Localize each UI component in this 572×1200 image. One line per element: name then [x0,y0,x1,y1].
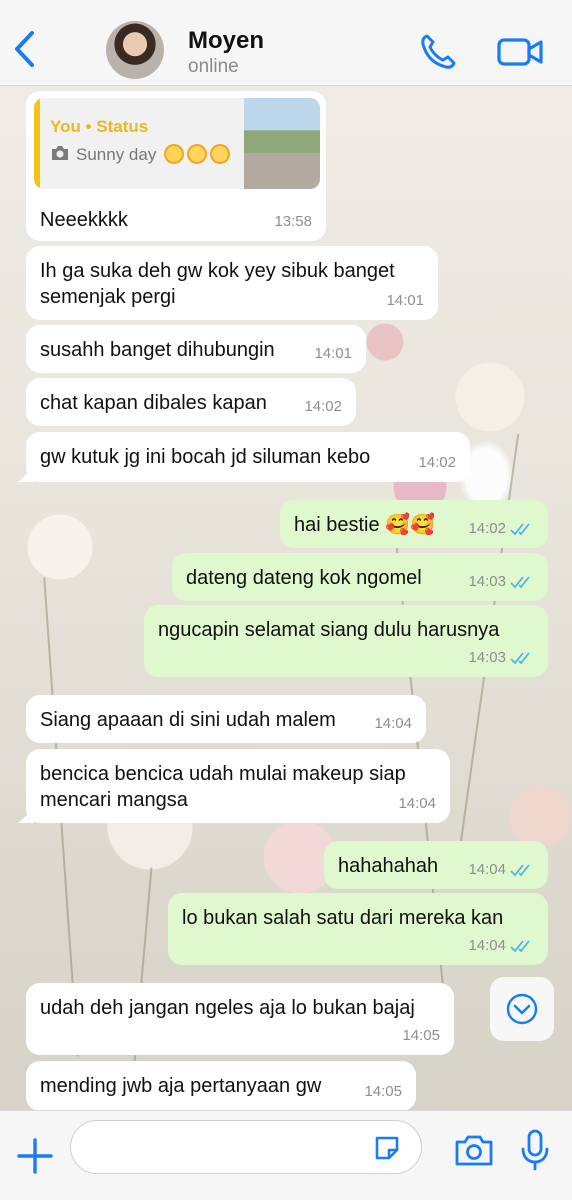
message-text: bencica bencica udah mulai makeup siap m… [40,763,406,811]
message-text: gw kutuk jg ini bocah jd siluman kebo [40,446,371,468]
message-time: 14:03 [468,645,534,671]
message-time: 14:04 [468,933,534,959]
message-time: 14:04 [398,795,436,812]
avatar[interactable] [106,21,164,79]
message-text: chat kapan dibales kapan [40,392,267,414]
contact-name[interactable]: Moyen [188,27,264,55]
double-check-icon [510,523,530,536]
message-text: Siang apaaan di sini udah malem [40,709,336,731]
message-text: hai bestie 🥰🥰 [294,514,435,536]
message-bubble-incoming[interactable]: gw kutuk jg ini bocah jd siluman kebo 14… [18,432,470,482]
message-time: 14:05 [402,1027,440,1044]
double-check-icon [510,864,530,877]
chevron-down-circle-icon [506,993,538,1025]
message-text: susahh banget dihubungin [40,339,275,361]
sun-emoji-icon [187,144,208,164]
double-check-icon [510,576,530,589]
chat-area[interactable]: You • Status Sunny day Neeekkkk 13:58 Ih… [0,87,572,1110]
sun-emoji-icon [210,144,231,164]
sticker-icon[interactable] [372,1133,402,1163]
sun-emoji-icon [164,144,185,164]
message-time: 14:02 [468,516,534,542]
message-time: 14:04 [374,715,412,732]
message-text: dateng dateng kok ngomel [186,567,422,589]
message-time: 14:04 [468,857,534,883]
message-bubble-outgoing[interactable]: ngucapin selamat siang dulu harusnya 14:… [144,605,548,677]
status-reply-quote[interactable]: You • Status Sunny day [34,98,320,189]
message-bubble-outgoing[interactable]: dateng dateng kok ngomel 14:03 [172,553,548,601]
message-time: 14:02 [304,398,342,415]
message-bubble-incoming[interactable]: Siang apaaan di sini udah malem 14:04 [26,695,426,743]
message-time: 14:01 [386,292,424,309]
message-bubble-outgoing[interactable]: lo bukan salah satu dari mereka kan 14:0… [168,893,548,965]
message-time: 13:58 [274,213,312,230]
message-bubble-incoming[interactable]: susahh banget dihubungin 14:01 [26,325,366,373]
phone-icon[interactable] [418,32,458,72]
message-time: 14:01 [314,345,352,362]
contact-status: online [188,56,239,77]
message-text: Ih ga suka deh gw kok yey sibuk banget s… [40,260,395,308]
message-text: Neeekkkk [40,209,128,231]
chat-header: Moyen online [0,0,572,86]
message-bubble-incoming[interactable]: You • Status Sunny day Neeekkkk 13:58 [26,91,326,241]
message-bubble-incoming[interactable]: chat kapan dibales kapan 14:02 [26,378,356,426]
scroll-to-bottom-button[interactable] [490,977,554,1041]
microphone-icon[interactable] [520,1129,550,1171]
bubble-tail [18,468,34,482]
message-text: hahahahah [338,855,439,877]
message-input[interactable] [70,1120,422,1174]
message-text: ngucapin selamat siang dulu harusnya [158,619,500,641]
status-caption: Sunny day [76,142,231,168]
camera-icon [52,146,68,160]
double-check-icon [510,940,530,953]
message-bubble-incoming[interactable]: bencica bencica udah mulai makeup siap m… [18,749,450,823]
camera-icon[interactable] [454,1133,494,1167]
message-time: 14:05 [364,1083,402,1100]
message-text: lo bukan salah satu dari mereka kan [182,907,504,929]
status-reply-title: You • Status [50,117,149,136]
double-check-icon [510,652,530,665]
message-bubble-outgoing[interactable]: hahahahah 14:04 [324,841,548,889]
plus-icon[interactable] [16,1137,54,1175]
message-text: mending jwb aja pertanyaan gw [40,1075,322,1097]
message-bubble-outgoing[interactable]: hai bestie 🥰🥰 14:02 [280,500,548,548]
message-text: udah deh jangan ngeles aja lo bukan baja… [40,997,415,1019]
message-bubble-incoming[interactable]: mending jwb aja pertanyaan gw 14:05 [26,1061,416,1110]
status-thumbnail [244,98,320,189]
chevron-left-icon[interactable] [10,28,40,70]
composer-bar [0,1110,572,1200]
video-camera-icon[interactable] [496,34,544,70]
message-bubble-incoming[interactable]: Ih ga suka deh gw kok yey sibuk banget s… [26,246,438,320]
message-time: 14:03 [468,569,534,595]
status-accent-bar [34,98,40,189]
message-time: 14:02 [418,454,456,471]
bubble-tail [18,809,34,823]
message-bubble-incoming[interactable]: udah deh jangan ngeles aja lo bukan baja… [26,983,454,1055]
